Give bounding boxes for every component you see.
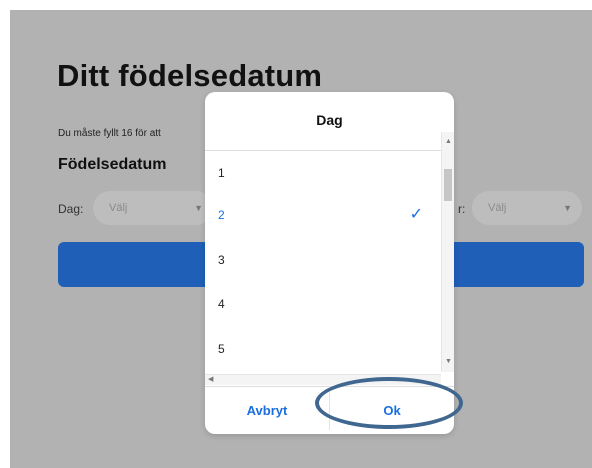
list-item[interactable]: 4	[205, 283, 441, 327]
list-item[interactable]: 3	[205, 239, 441, 283]
divider	[205, 150, 454, 151]
horizontal-scrollbar[interactable]: ◀	[205, 374, 441, 385]
day-field-label: Dag:	[58, 202, 84, 216]
ok-button[interactable]: Ok	[330, 388, 454, 434]
day-picker-dialog: Dag 1 2 ✓ 3 4 5 ▲ ▼ ◀ Avbryt Ok	[205, 92, 454, 434]
list-item-label: 4	[218, 297, 225, 311]
page-title: Ditt födelsedatum	[57, 58, 323, 93]
scroll-up-arrow-icon[interactable]: ▲	[445, 138, 452, 146]
scroll-down-arrow-icon[interactable]: ▼	[445, 358, 452, 366]
divider	[205, 386, 454, 387]
year-select[interactable]: Välj ▼	[472, 191, 582, 225]
list-item-label: 1	[218, 166, 225, 180]
section-title: Födelsedatum	[58, 156, 167, 173]
day-select-value: Välj	[109, 202, 128, 214]
list-item-label: 3	[218, 253, 225, 267]
year-select-value: Välj	[488, 202, 507, 214]
scrollbar-thumb[interactable]	[444, 169, 452, 201]
chevron-down-icon: ▼	[563, 203, 572, 213]
list-item-label: 2	[218, 208, 225, 222]
page-subtitle: Du måste fyllt 16 för att	[58, 128, 161, 139]
cancel-button[interactable]: Avbryt	[205, 388, 329, 434]
scroll-left-arrow-icon[interactable]: ◀	[208, 376, 213, 384]
dialog-title: Dag	[316, 112, 343, 128]
list-item[interactable]: 5	[205, 328, 441, 372]
list-item-label: 5	[218, 342, 225, 356]
check-icon: ✓	[409, 206, 423, 223]
vertical-scrollbar[interactable]: ▲ ▼	[441, 132, 454, 372]
chevron-down-icon: ▼	[194, 203, 203, 213]
list-item[interactable]: 1	[205, 152, 441, 196]
year-field-label: r:	[458, 202, 466, 216]
day-list[interactable]: 1 2 ✓ 3 4 5	[205, 152, 454, 382]
day-select[interactable]: Välj ▼	[93, 191, 213, 225]
list-item-selected[interactable]: 2 ✓	[205, 194, 441, 238]
